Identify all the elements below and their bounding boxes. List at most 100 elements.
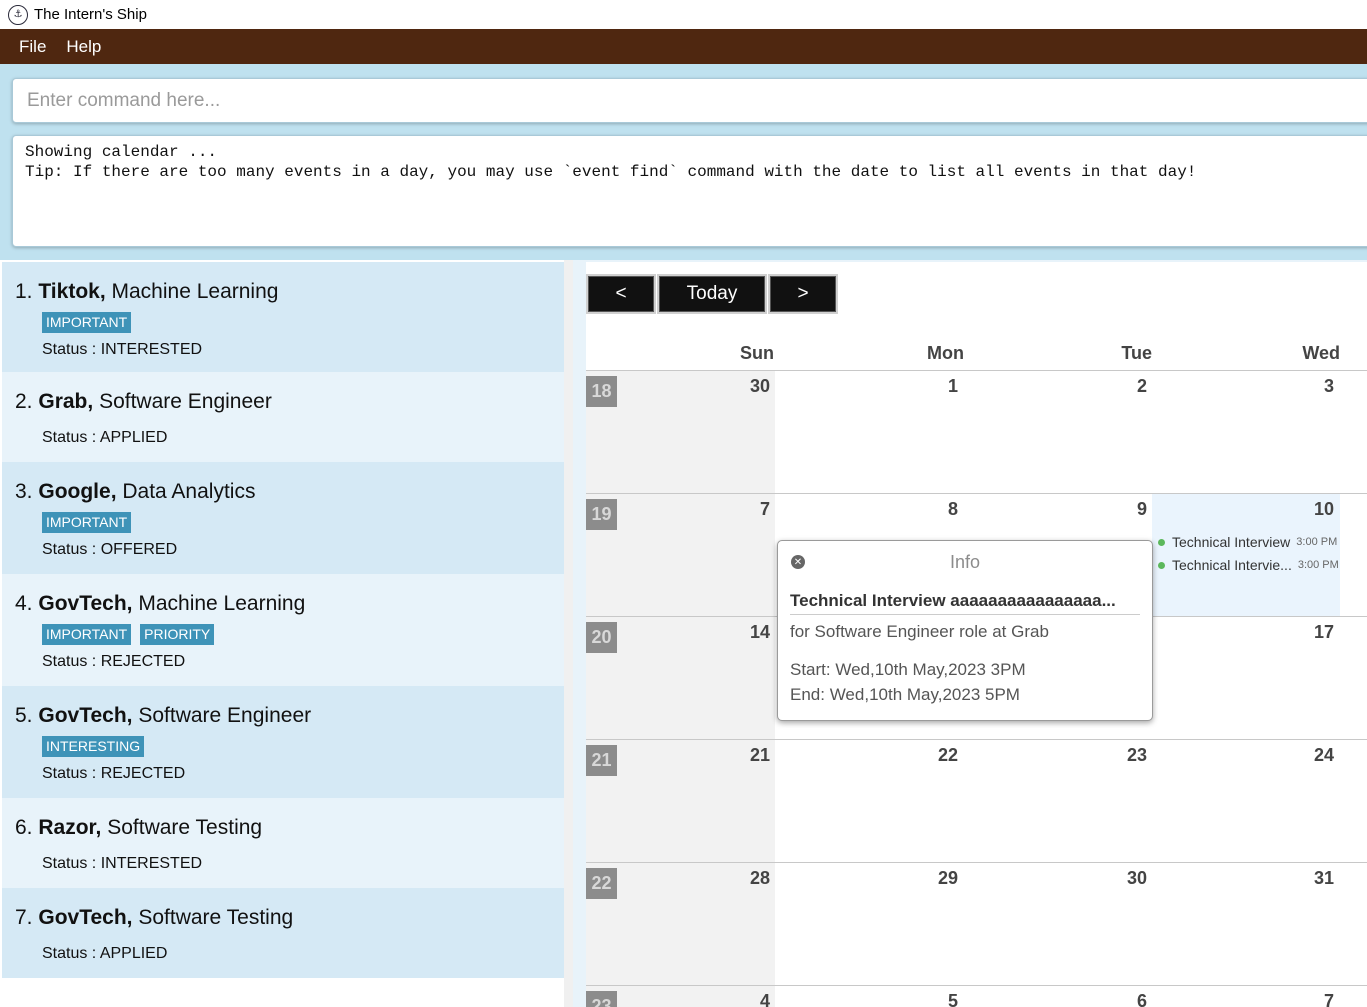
card-tags: IMPORTANT (42, 512, 132, 533)
day-cell[interactable]: 1 (918, 376, 958, 397)
dow-mon: Mon (927, 343, 964, 363)
popup-end-time: End: Wed,10th May,2023 5PM (790, 685, 1020, 704)
week-row: 21 21 22 23 24 (586, 739, 1367, 862)
card-tags: INTERESTING (42, 736, 145, 757)
list-scrollbar[interactable] (564, 260, 573, 1007)
event-dot-icon (1158, 538, 1165, 546)
application-card[interactable]: 4. GovTech, Machine Learning IMPORTANT P… (2, 574, 564, 686)
card-role: Machine Learning (111, 280, 279, 303)
card-index: 1. (15, 280, 33, 303)
title-bar: ⚓ The Intern's Ship (0, 0, 1367, 29)
popup-description: for Software Engineer role at Grab (790, 622, 1049, 641)
application-card[interactable]: 5. GovTech, Software Engineer INTERESTIN… (2, 686, 564, 798)
week-number: 18 (586, 376, 617, 407)
card-role: Data Analytics (122, 480, 256, 503)
card-index: 3. (15, 480, 33, 503)
card-index: 7. (15, 906, 33, 929)
calendar-event[interactable]: Technical Interview 3:00 PM (1158, 534, 1337, 550)
card-company: Grab, (38, 390, 94, 413)
day-cell[interactable]: 22 (918, 745, 958, 766)
day-cell[interactable]: 29 (918, 868, 958, 889)
day-cell[interactable]: 10 (1294, 499, 1334, 520)
card-role: Machine Learning (138, 592, 306, 615)
tag-badge: IMPORTANT (42, 512, 132, 533)
day-cell[interactable]: 30 (1107, 868, 1147, 889)
application-card[interactable]: 3. Google, Data Analytics IMPORTANT Stat… (2, 462, 564, 574)
day-cell[interactable]: 21 (730, 745, 770, 766)
popup-event-title: Technical Interview aaaaaaaaaaaaaaaa... (790, 591, 1116, 610)
today-button[interactable]: Today (659, 276, 765, 312)
day-cell[interactable]: 4 (730, 991, 770, 1007)
card-status: Status : REJECTED (42, 765, 186, 782)
ship-icon: ⚓ (8, 4, 28, 25)
event-time: 3:00 PM (1296, 536, 1338, 548)
card-index: 2. (15, 390, 33, 413)
result-line-1: Showing calendar ... (25, 143, 218, 161)
window-title: The Intern's Ship (34, 6, 147, 23)
result-line-2: Tip: If there are too many events in a d… (25, 163, 1197, 181)
tag-badge: IMPORTANT (42, 624, 132, 645)
day-cell[interactable]: 14 (730, 622, 770, 643)
card-index: 6. (15, 816, 33, 839)
menu-file[interactable]: File (10, 37, 55, 57)
application-card[interactable]: 7. GovTech, Software Testing Status : AP… (2, 888, 564, 978)
card-company: Razor, (38, 816, 102, 839)
command-input[interactable] (13, 79, 1367, 122)
menu-bar: File Help (0, 29, 1367, 64)
day-cell[interactable]: 9 (1107, 499, 1147, 520)
day-cell[interactable]: 8 (918, 499, 958, 520)
menu-help[interactable]: Help (57, 37, 110, 57)
prev-month-button[interactable]: < (588, 276, 654, 312)
card-status: Status : INTERESTED (42, 341, 203, 358)
day-cell[interactable]: 23 (1107, 745, 1147, 766)
week-number: 22 (586, 868, 617, 899)
card-status: Status : INTERESTED (42, 855, 203, 872)
card-role: Software Testing (107, 816, 263, 839)
command-area: Showing calendar ... Tip: If there are to… (0, 64, 1367, 260)
dow-tue: Tue (1121, 343, 1152, 363)
calendar-event[interactable]: Technical Intervie... 3:00 PM (1158, 557, 1339, 573)
card-company: Tiktok, (38, 280, 106, 303)
day-cell[interactable]: 28 (730, 868, 770, 889)
card-company: Google, (38, 480, 117, 503)
week-number: 19 (586, 499, 617, 530)
day-cell[interactable]: 7 (1294, 991, 1334, 1007)
popup-start-time: Start: Wed,10th May,2023 3PM (790, 660, 1026, 679)
card-status: Status : APPLIED (42, 429, 168, 446)
day-cell[interactable]: 17 (1294, 622, 1334, 643)
day-cell[interactable]: 2 (1107, 376, 1147, 397)
day-cell[interactable]: 31 (1294, 868, 1334, 889)
card-index: 4. (15, 592, 33, 615)
day-cell[interactable]: 3 (1294, 376, 1334, 397)
card-tags: IMPORTANT (42, 312, 132, 333)
card-status: Status : APPLIED (42, 945, 168, 962)
card-role: Software Testing (138, 906, 294, 929)
command-box (12, 78, 1367, 123)
next-month-button[interactable]: > (770, 276, 836, 312)
popup-header: Info (949, 552, 981, 572)
card-index: 5. (15, 704, 33, 727)
week-number: 20 (586, 622, 617, 653)
week-row: 22 28 29 30 31 (586, 862, 1367, 985)
day-cell[interactable]: 30 (730, 376, 770, 397)
application-card[interactable]: 6. Razor, Software Testing Status : INTE… (2, 798, 564, 888)
tag-badge: PRIORITY (140, 624, 215, 645)
day-cell[interactable]: 24 (1294, 745, 1334, 766)
popup-divider (790, 614, 1140, 615)
card-role: Software Engineer (138, 704, 312, 727)
week-row: 18 30 1 2 3 (586, 370, 1367, 493)
application-card[interactable]: 1. Tiktok, Machine Learning IMPORTANT St… (2, 262, 564, 372)
card-tags: IMPORTANT PRIORITY (42, 624, 215, 645)
event-title: Technical Interview (1172, 534, 1291, 550)
application-list: 1. Tiktok, Machine Learning IMPORTANT St… (0, 260, 573, 1007)
tag-badge: IMPORTANT (42, 312, 132, 333)
event-time: 3:00 PM (1297, 559, 1339, 571)
day-cell[interactable]: 7 (730, 499, 770, 520)
application-card[interactable]: 2. Grab, Software Engineer Status : APPL… (2, 372, 564, 462)
day-cell[interactable]: 5 (918, 991, 958, 1007)
event-title: Technical Intervie... (1172, 557, 1292, 573)
week-row: 23 4 5 6 7 (586, 985, 1367, 1007)
event-dot-icon (1158, 561, 1165, 569)
day-cell[interactable]: 6 (1107, 991, 1147, 1007)
week-number: 21 (586, 745, 617, 776)
